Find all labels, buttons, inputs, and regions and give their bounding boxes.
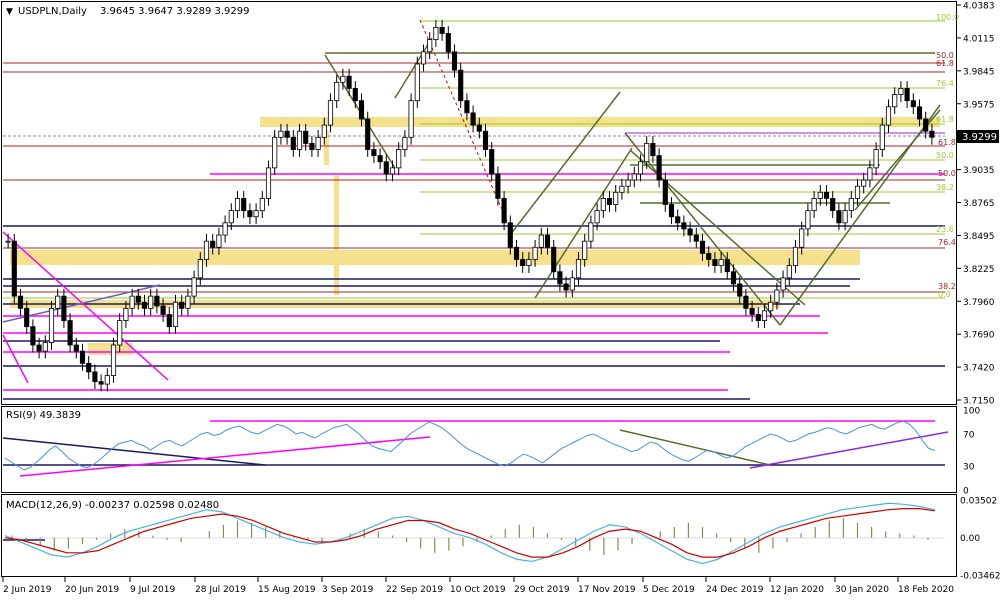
current-price-label: 3.9299 bbox=[962, 132, 997, 143]
zone-mid bbox=[10, 250, 860, 265]
candle bbox=[408, 93, 414, 145]
date-tick-label: 17 Nov 2019 bbox=[578, 585, 636, 595]
price-tick-label: 3.8225 bbox=[963, 265, 995, 275]
fib-label: 76.4 bbox=[938, 238, 956, 247]
date-tick-label: 28 Jul 2019 bbox=[195, 585, 246, 595]
price-tick-label: 4.0115 bbox=[963, 34, 995, 44]
fib-label: 61.8 bbox=[938, 138, 956, 147]
candle bbox=[414, 56, 420, 108]
date-tick-label: 9 Jul 2019 bbox=[130, 585, 175, 595]
fib-label: 38.2 bbox=[936, 183, 954, 192]
date-tick-label: 24 Dec 2019 bbox=[706, 585, 764, 595]
price-tick-label: 3.9845 bbox=[963, 67, 995, 77]
fib-label: 0.0 bbox=[938, 290, 951, 299]
usdpln-chart[interactable]: 4.03834.01153.98453.95753.93053.90353.87… bbox=[0, 0, 1000, 600]
price-tick-label: 3.7150 bbox=[963, 397, 995, 407]
rsi-tick-label: 70 bbox=[963, 431, 975, 441]
macd-tick-label: 0.03502 bbox=[960, 497, 997, 507]
date-tick-label: 30 Jan 2020 bbox=[835, 585, 889, 595]
price-tick-label: 3.9575 bbox=[963, 100, 995, 110]
rsi-axis: 100 70 30 0 bbox=[963, 407, 980, 497]
rsi-title: RSI(9) 49.3839 bbox=[6, 410, 81, 421]
fib-label: 76.4 bbox=[936, 79, 954, 88]
fib-label: 100.0 bbox=[936, 13, 959, 22]
fib-label: 61.8 bbox=[936, 59, 954, 68]
price-tick-label: 3.7960 bbox=[963, 298, 995, 308]
date-tick-label: 15 Aug 2019 bbox=[258, 585, 316, 595]
price-axis: 4.03834.01153.98453.95753.93053.90353.87… bbox=[957, 2, 995, 407]
fib-label: 61.8 bbox=[936, 115, 954, 124]
date-tick-label: 22 Sep 2019 bbox=[386, 585, 443, 595]
candle bbox=[48, 301, 55, 350]
date-axis: 2 Jun 2019 20 Jun 2019 9 Jul 2019 28 Jul 20… bbox=[2, 577, 954, 595]
date-tick-label: 20 Jun 2019 bbox=[65, 585, 119, 595]
macd-title: MACD(12,26,9) -0.00237 0.02598 0.02480 bbox=[6, 500, 219, 511]
date-tick-label: 2 Jun 2019 bbox=[3, 585, 52, 595]
macd-axis: 0.03502 0.00 -0.03462 bbox=[960, 497, 1000, 582]
price-tick-label: 3.7420 bbox=[963, 364, 995, 374]
price-tick-label: 3.8765 bbox=[963, 199, 995, 209]
candle bbox=[11, 233, 17, 304]
rsi-panel-frame bbox=[1, 406, 957, 493]
macd-tick-label: 0.00 bbox=[960, 534, 980, 544]
date-tick-label: 5 Dec 2019 bbox=[643, 585, 695, 595]
zone-vertical-2 bbox=[334, 175, 339, 295]
price-tick-label: 3.9035 bbox=[963, 166, 995, 176]
rsi-tick-label: 30 bbox=[963, 463, 975, 473]
date-tick-label: 18 Feb 2020 bbox=[898, 585, 954, 595]
date-tick-label: 10 Oct 2019 bbox=[450, 585, 506, 595]
symbol-title: USDPLN,Daily bbox=[18, 6, 87, 17]
dropdown-arrow-icon[interactable]: ▼ bbox=[6, 7, 13, 17]
fib-label: 50.0 bbox=[936, 151, 954, 160]
ohlc-values: 3.9645 3.9647 3.9289 3.9299 bbox=[100, 6, 250, 17]
rsi-tick-label: 0 bbox=[963, 487, 969, 497]
price-tick-label: 3.8495 bbox=[963, 232, 995, 242]
fib-label: 50.0 bbox=[938, 169, 956, 178]
price-tick-label: 3.7690 bbox=[963, 331, 995, 341]
fib-label: 23.6 bbox=[936, 225, 954, 234]
price-tick-label: 4.0383 bbox=[963, 2, 995, 12]
rsi-tick-label: 100 bbox=[963, 407, 980, 417]
date-tick-label: 12 Jan 2020 bbox=[770, 585, 824, 595]
macd-tick-label: -0.03462 bbox=[960, 572, 1000, 582]
zone-small bbox=[88, 343, 133, 355]
date-tick-label: 29 Oct 2019 bbox=[514, 585, 570, 595]
date-tick-label: 3 Sep 2019 bbox=[322, 585, 374, 595]
